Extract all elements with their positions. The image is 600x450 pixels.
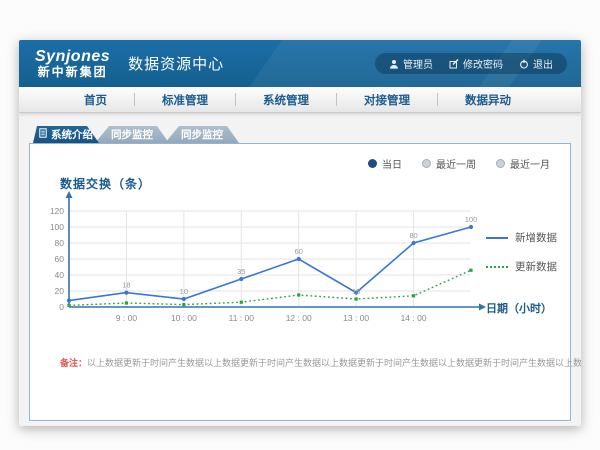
content-area: 系统介绍 同步监控 同步监控 当日 最近一周 [19,113,581,426]
svg-text:10: 10 [180,287,188,296]
solid-line-swatch [486,237,508,239]
logout-label: 退出 [533,56,553,71]
svg-text:80: 80 [55,238,65,248]
dotted-line-swatch [486,266,508,268]
power-icon [519,59,529,69]
logo-company-text: 新中新集团 [35,66,110,79]
radio-unselected-icon [496,159,505,168]
app-header: Synjones 新中新集团 数据资源中心 管理员 修改密码 [19,40,581,87]
nav-item-data-change[interactable]: 数据异动 [438,92,538,108]
main-nav: 首页 标准管理 系统管理 对接管理 数据异动 [19,87,581,113]
radio-label: 最近一月 [510,156,550,171]
footnote: 备注：以上数据更新于时间产生数据以上数据更新于时间产生数据以上数据更新于时间产生… [60,356,581,369]
radio-last-week[interactable]: 最近一周 [422,156,476,171]
legend-label: 更新数据 [515,259,557,274]
radio-today[interactable]: 当日 [368,156,402,171]
tab-label: 同步监控 [181,127,223,142]
svg-text:35: 35 [237,267,245,276]
svg-text:14 : 00: 14 : 00 [401,313,427,323]
app-window: Synjones 新中新集团 数据资源中心 管理员 修改密码 [19,40,581,426]
svg-text:9 : 00: 9 : 00 [116,313,138,323]
nav-item-standard-mgmt[interactable]: 标准管理 [135,92,235,108]
radio-unselected-icon [422,159,431,168]
logo-brand-text: Synjones [35,49,110,66]
svg-text:60: 60 [55,254,65,264]
line-chart: 0 20 40 60 80 100 120 9 : 00 10 : 00 11 : 00 12 : … [41,188,489,330]
svg-text:100: 100 [465,215,478,224]
svg-text:60: 60 [295,247,303,256]
edit-icon [449,59,459,69]
svg-text:100: 100 [50,222,64,232]
admin-user-button[interactable]: 管理员 [389,56,433,71]
time-range-filter: 当日 最近一周 最近一月 [368,156,550,171]
footnote-text: 以上数据更新于时间产生数据以上数据更新于时间产生数据以上数据更新于时间产生数据以… [87,358,581,368]
chart-legend: 新增数据 更新数据 [486,230,557,274]
radio-label: 最近一周 [436,156,476,171]
svg-text:0: 0 [59,302,64,312]
svg-text:20: 20 [55,286,65,296]
footnote-label: 备注： [60,358,87,368]
radio-selected-icon [368,159,377,168]
legend-item-updated-data[interactable]: 更新数据 [486,259,557,274]
svg-text:80: 80 [409,231,417,240]
logout-button[interactable]: 退出 [519,56,553,71]
svg-text:18: 18 [122,281,130,290]
nav-item-system-mgmt[interactable]: 系统管理 [236,92,336,108]
change-password-button[interactable]: 修改密码 [449,56,503,71]
legend-label: 新增数据 [515,230,557,245]
svg-text:120: 120 [50,206,64,216]
company-logo: Synjones 新中新集团 [35,49,110,78]
svg-text:12 : 00: 12 : 00 [286,313,312,323]
tab-bar: 系统介绍 同步监控 同步监控 [33,126,581,143]
tab-sync-monitor-2[interactable]: 同步监控 [165,126,239,143]
tab-system-intro[interactable]: 系统介绍 [33,126,99,143]
nav-item-connect-mgmt[interactable]: 对接管理 [337,92,437,108]
tab-sync-monitor-1[interactable]: 同步监控 [95,126,169,143]
page-title: 数据资源中心 [128,53,224,74]
document-icon [39,128,47,141]
admin-user-label: 管理员 [403,56,433,71]
user-icon [389,59,399,69]
svg-text:10: 10 [352,287,360,296]
change-password-label: 修改密码 [463,56,503,71]
nav-item-home[interactable]: 首页 [57,92,134,108]
tab-label: 同步监控 [111,127,153,142]
legend-item-new-data[interactable]: 新增数据 [486,230,557,245]
chart-panel: 当日 最近一周 最近一月 数据交换（条） 0204060801001209 : … [29,143,571,421]
svg-text:13 : 00: 13 : 00 [343,313,369,323]
svg-text:40: 40 [55,270,65,280]
radio-label: 当日 [382,156,402,171]
radio-last-month[interactable]: 最近一月 [496,156,550,171]
user-menu: 管理员 修改密码 退出 [375,53,567,74]
tab-label: 系统介绍 [51,127,93,142]
svg-text:11 : 00: 11 : 00 [229,313,255,323]
x-axis-title: 日期（小时） [486,300,552,316]
screenshot-stage: Synjones 新中新集团 数据资源中心 管理员 修改密码 [0,0,600,450]
svg-text:10 : 00: 10 : 00 [171,313,197,323]
